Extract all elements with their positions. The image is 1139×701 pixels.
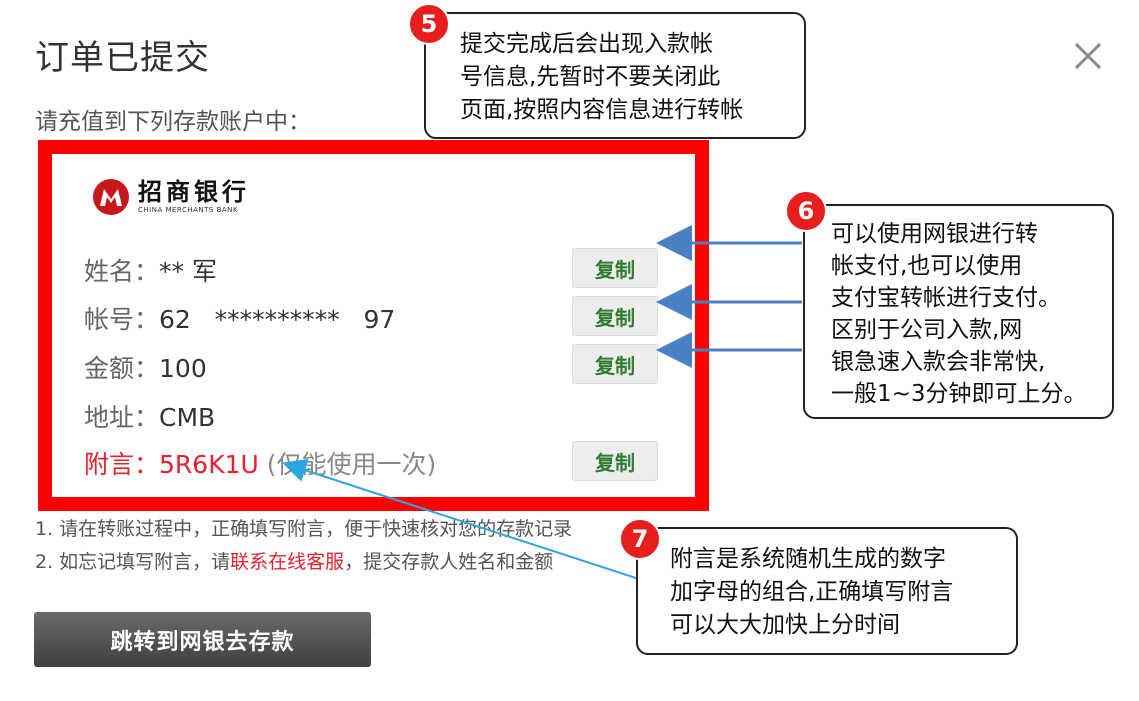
field-remark-value: 5R6K1U xyxy=(159,450,259,479)
field-name-value: ** 军 xyxy=(159,257,217,286)
field-remark-note: (仅能使用一次) xyxy=(258,450,437,479)
field-address: 地址：CMB xyxy=(84,398,215,434)
callout-6-line: 帐支付,也可以使用 xyxy=(831,253,1023,279)
callout-5-line: 页面,按照内容信息进行转帐 xyxy=(460,97,744,123)
bank-name-en: CHINA MERCHANTS BANK xyxy=(138,206,238,214)
jump-to-online-banking-button[interactable]: 跳转到网银去存款 xyxy=(34,612,371,667)
callout-6-line: 银急速入款会非常快, xyxy=(831,349,1046,375)
step-badge-6: 6 xyxy=(785,190,827,232)
field-amount: 金额：100 xyxy=(84,349,207,385)
bank-account-card: 招商银行 CHINA MERCHANTS BANK 姓名：** 军 复制 帐号：… xyxy=(38,140,709,511)
field-remark: 附言：5R6K1U (仅能使用一次) xyxy=(84,445,436,481)
callout-6-line: 一般1~3分钟即可上分。 xyxy=(831,381,1087,407)
field-name: 姓名：** 军 xyxy=(84,252,217,288)
bank-logo: 招商银行 CHINA MERCHANTS BANK xyxy=(92,178,250,216)
tip-line-2-post: ，提交存款人姓名和金额 xyxy=(344,551,554,573)
callout-6-line: 区别于公司入款,网 xyxy=(831,317,1023,343)
copy-remark-button[interactable]: 复制 xyxy=(572,441,658,481)
deposit-instruction: 请充值到下列存款账户中： xyxy=(35,109,311,135)
tip-line-2: 2. 如忘记填写附言，请联系在线客服，提交存款人姓名和金额 xyxy=(35,547,553,574)
callout-6-line: 可以使用网银进行转 xyxy=(831,221,1038,247)
field-account: 帐号：62 ********** 97 xyxy=(84,300,395,336)
close-icon xyxy=(1074,42,1102,70)
callout-5-line: 提交完成后会出现入款帐 xyxy=(460,31,713,57)
tip-line-2-pre: 2. 如忘记填写附言，请 xyxy=(35,551,231,573)
callout-7-line: 加字母的组合,正确填写附言 xyxy=(670,579,954,605)
field-amount-value: 100 xyxy=(159,354,207,383)
callout-5: 提交完成后会出现入款帐 号信息,先暂时不要关闭此 页面,按照内容信息进行转帐 xyxy=(424,12,806,139)
online-support-link[interactable]: 联系在线客服 xyxy=(230,551,344,573)
close-button[interactable] xyxy=(1068,36,1108,76)
field-address-label: 地址： xyxy=(84,403,160,432)
callout-6: 可以使用网银进行转 帐支付,也可以使用 支付宝转帐进行支付。 区别于公司入款,网… xyxy=(803,204,1114,419)
field-name-label: 姓名： xyxy=(84,257,160,286)
callout-7: 附言是系统随机生成的数字 加字母的组合,正确填写附言 可以大大加快上分时间 xyxy=(636,527,1018,655)
dialog-title: 订单已提交 xyxy=(35,38,210,78)
copy-account-button[interactable]: 复制 xyxy=(572,296,658,336)
callout-5-line: 号信息,先暂时不要关闭此 xyxy=(460,64,721,90)
field-amount-label: 金额： xyxy=(84,354,160,383)
step-badge-7: 7 xyxy=(619,518,661,560)
step-badge-5: 5 xyxy=(408,3,450,45)
copy-name-button[interactable]: 复制 xyxy=(572,248,658,288)
cmb-logo-icon xyxy=(93,179,129,215)
bank-name-cn: 招商银行 xyxy=(138,177,250,206)
callout-7-line: 附言是系统随机生成的数字 xyxy=(670,546,946,572)
tip-line-1: 1. 请在转账过程中，正确填写附言，便于快速核对您的存款记录 xyxy=(35,518,573,540)
callout-7-line: 可以大大加快上分时间 xyxy=(670,612,900,638)
callout-6-line: 支付宝转帐进行支付。 xyxy=(831,285,1061,311)
field-account-value: 62 ********** 97 xyxy=(159,305,396,334)
field-account-label: 帐号： xyxy=(84,305,160,334)
copy-amount-button[interactable]: 复制 xyxy=(572,344,658,384)
field-remark-label: 附言： xyxy=(84,450,160,479)
field-address-value: CMB xyxy=(159,403,216,432)
